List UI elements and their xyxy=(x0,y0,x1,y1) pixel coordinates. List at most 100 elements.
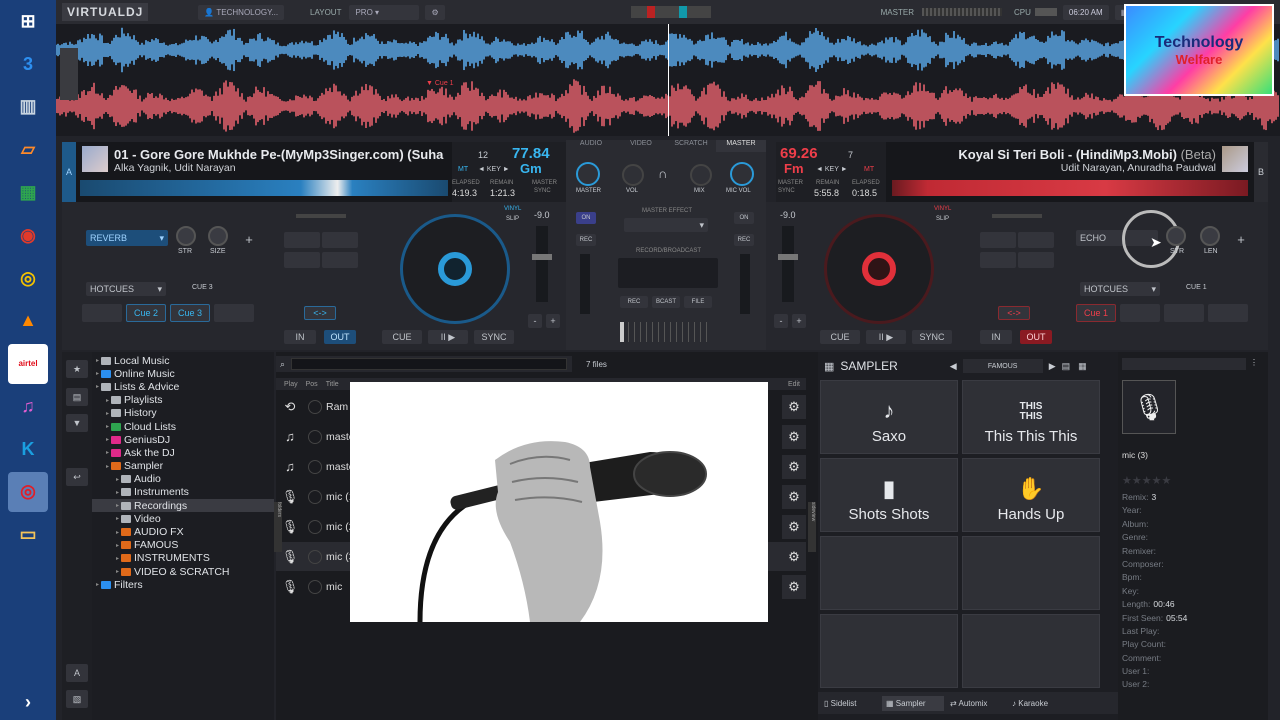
sampler-pad-4[interactable]: ✋ Hands Up xyxy=(962,458,1100,532)
deck-b-letter[interactable]: B xyxy=(1254,142,1268,202)
itunes-icon[interactable]: ♫ xyxy=(8,386,48,426)
deck-a-mic-rec[interactable]: REC xyxy=(576,234,596,246)
deck-a-str-knob[interactable] xyxy=(176,226,196,246)
master-effect-select[interactable]: ▾ xyxy=(624,218,708,232)
expand-arrow-icon[interactable]: ▸ xyxy=(106,449,109,456)
deck-a-pitch-plus[interactable]: + xyxy=(546,314,560,328)
deck-b-cue-pad-1[interactable]: Cue 1 xyxy=(1076,304,1116,322)
grid-icon[interactable]: ▦ xyxy=(824,360,834,373)
expand-arrow-icon[interactable]: ▸ xyxy=(116,476,119,483)
mixer-tab-master[interactable]: MASTER xyxy=(716,140,766,152)
folder-instruments[interactable]: ▸ Instruments xyxy=(92,486,274,499)
crossfader[interactable] xyxy=(620,322,710,342)
recycle-bin-icon[interactable]: ▥ xyxy=(8,87,48,127)
folder-sampler[interactable]: ▸ Sampler xyxy=(92,460,274,473)
sideview-tab[interactable]: sideview xyxy=(808,502,816,552)
folder-famous[interactable]: ▸ FAMOUS xyxy=(92,539,274,552)
deck-b-volume-fader[interactable] xyxy=(740,254,750,314)
search-input[interactable] xyxy=(291,358,568,370)
deck-a-jogwheel[interactable] xyxy=(400,214,510,324)
playlist-icon[interactable]: ▤ xyxy=(66,388,88,406)
deck-a-sync-button[interactable]: SYNC xyxy=(474,330,514,344)
deck-a-hotcues-select[interactable]: HOTCUES ▾ xyxy=(86,282,166,296)
folder-video[interactable]: ▸ Video xyxy=(92,512,274,525)
shield-app-icon[interactable]: 3 xyxy=(8,44,48,84)
col-edit[interactable]: Edit xyxy=(788,381,800,388)
expand-arrow-icon[interactable]: ▸ xyxy=(116,568,119,575)
layout-icon[interactable]: ▧ xyxy=(66,690,88,708)
sampler-pad-7[interactable] xyxy=(820,614,958,688)
expand-arrow-icon[interactable]: ▸ xyxy=(116,515,119,522)
deck-a-pad-b[interactable] xyxy=(322,232,358,248)
deck-a-out-button[interactable]: OUT xyxy=(324,330,356,344)
deck-b-pitch-slider[interactable] xyxy=(778,226,798,302)
expand-arrow-icon[interactable]: ▸ xyxy=(96,581,99,588)
sampler-pad-3[interactable]: ▮ Shots Shots xyxy=(820,458,958,532)
deck-a-pitch-minus[interactable]: - xyxy=(528,314,542,328)
folder-playlists[interactable]: ▸ Playlists xyxy=(92,394,274,407)
windows-start-icon[interactable]: ⊞ xyxy=(8,1,48,41)
deck-b-cue-pad-3[interactable] xyxy=(1164,304,1204,322)
folder-cloud-lists[interactable]: ▸ Cloud Lists xyxy=(92,420,274,433)
deck-a-cue-page[interactable]: CUE 3 xyxy=(192,284,213,291)
deck-b-add-effect-button[interactable]: + xyxy=(1234,232,1248,247)
deck-a-vinyl-toggle[interactable]: VINYL xyxy=(504,206,521,212)
folder-audio-fx[interactable]: ▸ AUDIO FX xyxy=(92,525,274,538)
mix-knob[interactable] xyxy=(690,164,712,186)
deck-a-effect-select[interactable]: REVERB ▾ xyxy=(86,230,168,246)
deck-a-size-knob[interactable] xyxy=(208,226,228,246)
mic-vol-knob[interactable] xyxy=(730,162,754,186)
expand-arrow-icon[interactable]: ▸ xyxy=(116,489,119,496)
folder-recordings[interactable]: ▸ Recordings xyxy=(92,499,274,513)
sampler-bank-select[interactable]: FAMOUS xyxy=(962,359,1043,373)
row-settings-gear-icon[interactable]: ⚙ xyxy=(782,514,806,539)
deck-b-filter-slider[interactable] xyxy=(992,214,1042,218)
account-button[interactable]: 👤 TECHNOLOGY... xyxy=(198,4,285,20)
row-play-indicator[interactable] xyxy=(308,459,322,474)
deck-b-cue-button[interactable]: CUE xyxy=(820,330,860,344)
deck-b-mic-on[interactable]: ON xyxy=(734,212,754,224)
expand-arrow-icon[interactable]: ▸ xyxy=(116,529,119,536)
virtualdj-taskbar-icon[interactable]: ◎ xyxy=(8,471,48,512)
expand-arrow-icon[interactable]: ▸ xyxy=(106,463,109,470)
folder-filters[interactable]: ▸ Filters xyxy=(92,578,274,591)
sampler-menu-icon[interactable]: ▦ xyxy=(1078,361,1087,372)
expand-arrow-icon[interactable]: ▸ xyxy=(116,502,119,509)
expand-arrow-icon[interactable]: ▸ xyxy=(96,357,99,364)
deck-b-jogwheel[interactable] xyxy=(824,214,934,324)
deck-a-slip-toggle[interactable]: SLIP xyxy=(506,216,519,222)
deck-a-filter-slider[interactable] xyxy=(296,214,346,218)
filter-icon[interactable]: ▼ xyxy=(66,414,88,432)
deck-b-in-button[interactable]: IN xyxy=(980,330,1012,344)
folder-instruments[interactable]: ▸ INSTRUMENTS xyxy=(92,552,274,565)
airtel-icon[interactable]: airtel xyxy=(8,343,48,384)
deck-b-cue-page[interactable]: CUE 1 xyxy=(1186,284,1207,291)
sampler-pad-2[interactable]: THIS THIS This This This xyxy=(962,380,1100,454)
rating-stars[interactable]: ★★★★★ xyxy=(1122,474,1171,487)
settings-gear-icon[interactable]: ⚙ xyxy=(425,4,445,20)
deck-a-cue-button[interactable]: CUE xyxy=(382,330,422,344)
deck-a-play-button[interactable]: II ▶ xyxy=(428,330,468,344)
col-play[interactable]: Play xyxy=(284,381,298,388)
row-play-indicator[interactable] xyxy=(308,579,322,594)
store-icon[interactable]: ▦ xyxy=(8,173,48,213)
deck-b-pad-d[interactable] xyxy=(1018,252,1054,268)
expand-arrow-icon[interactable]: ▸ xyxy=(96,383,99,390)
deck-b-pitch-plus[interactable]: + xyxy=(792,314,806,328)
zoom-slider[interactable] xyxy=(60,48,78,100)
folder-history[interactable]: ▸ History xyxy=(92,407,274,420)
deck-a-mt[interactable]: MT xyxy=(458,166,468,173)
bcast-button[interactable]: BCAST xyxy=(652,296,680,308)
row-play-indicator[interactable] xyxy=(308,519,322,534)
folder-local-music[interactable]: ▸ Local Music xyxy=(92,354,274,367)
back-icon[interactable]: ↩ xyxy=(66,468,88,486)
row-settings-gear-icon[interactable]: ⚙ xyxy=(782,544,806,569)
col-title[interactable]: Title xyxy=(326,381,339,388)
deck-a-key-label[interactable]: ◄ KEY ► xyxy=(478,166,510,173)
mixer-tab-audio[interactable]: AUDIO xyxy=(566,140,616,152)
deck-a-cue-pad-1[interactable] xyxy=(82,304,122,322)
deck-a-pad-d[interactable] xyxy=(322,252,358,268)
chevron-right-icon[interactable]: › xyxy=(8,688,48,716)
deck-a-cue-pad-2[interactable]: Cue 2 xyxy=(126,304,166,322)
row-settings-gear-icon[interactable]: ⚙ xyxy=(782,454,806,479)
